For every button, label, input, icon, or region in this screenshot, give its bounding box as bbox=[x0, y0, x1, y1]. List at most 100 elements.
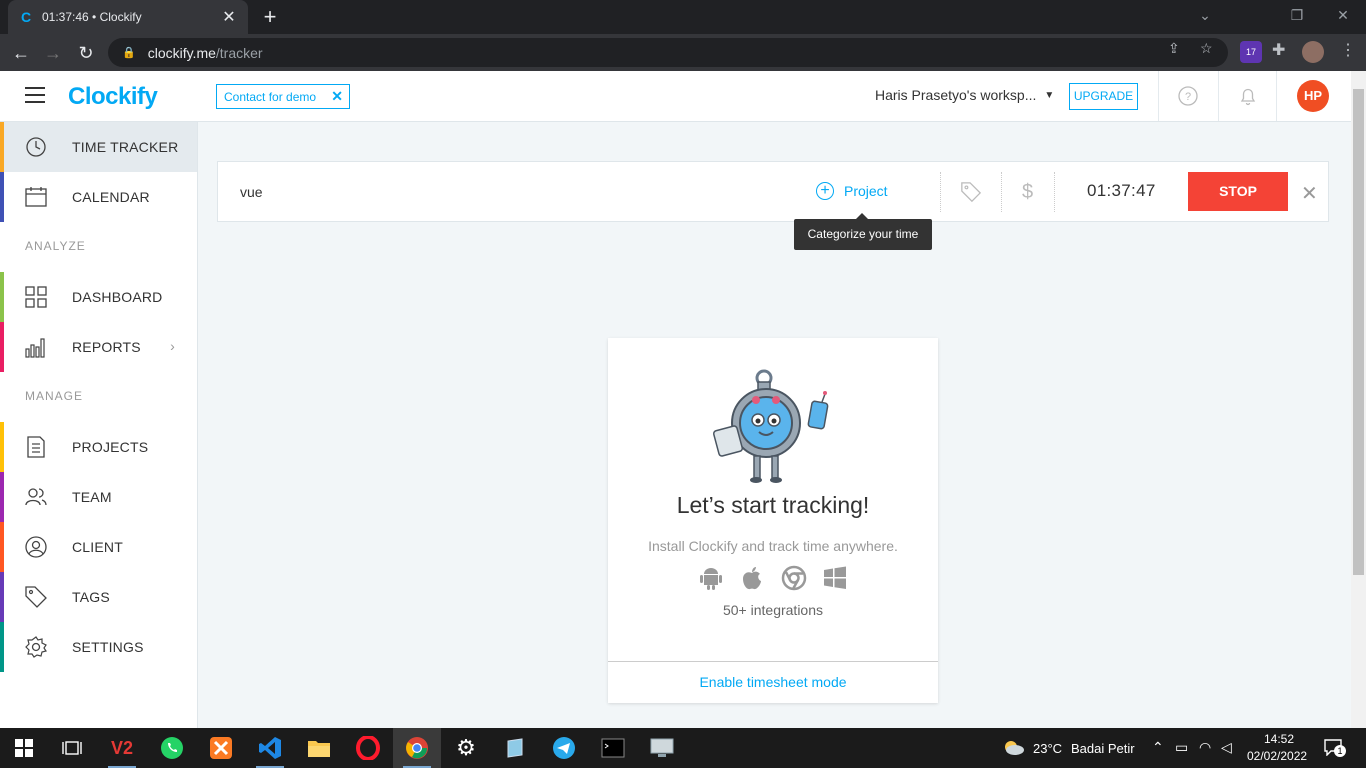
sidebar-item-client[interactable]: CLIENT bbox=[0, 522, 197, 572]
help-icon[interactable]: ? bbox=[1177, 85, 1199, 107]
monitor-app-icon[interactable] bbox=[638, 728, 686, 768]
sidebar-item-time-tracker[interactable]: TIME TRACKER bbox=[0, 122, 197, 172]
sidebar-item-reports[interactable]: REPORTS › bbox=[0, 322, 197, 372]
enable-timesheet-link[interactable]: Enable timesheet mode bbox=[608, 674, 938, 690]
color-bar bbox=[0, 622, 4, 672]
notepad-icon[interactable] bbox=[491, 728, 539, 768]
sidebar-item-tags[interactable]: TAGS bbox=[0, 572, 197, 622]
chrome-taskbar-icon[interactable] bbox=[393, 728, 441, 768]
clock-date[interactable]: 02/02/2022 bbox=[1247, 749, 1307, 763]
upgrade-button[interactable]: UPGRADE bbox=[1069, 83, 1138, 110]
vscode-icon[interactable] bbox=[246, 728, 294, 768]
task-view-icon[interactable] bbox=[48, 728, 96, 768]
timer-elapsed[interactable]: 01:37:47 bbox=[1087, 181, 1156, 201]
xampp-icon[interactable] bbox=[197, 728, 245, 768]
sidebar-item-label: CLIENT bbox=[72, 539, 123, 555]
tag-icon[interactable] bbox=[960, 181, 982, 209]
close-window-button[interactable]: ✕ bbox=[1320, 0, 1366, 30]
clock-time[interactable]: 14:52 bbox=[1264, 732, 1294, 746]
platform-icons bbox=[698, 565, 848, 591]
clockify-logo[interactable]: Clockify bbox=[68, 83, 158, 111]
project-picker-button[interactable]: + Project bbox=[816, 182, 888, 200]
chrome-icon[interactable] bbox=[781, 565, 807, 591]
menu-dots-icon[interactable]: ⋮ bbox=[1340, 40, 1356, 60]
android-icon[interactable] bbox=[698, 565, 724, 591]
share-icon[interactable]: ⇪ bbox=[1168, 40, 1180, 57]
weather-description[interactable]: Badai Petir bbox=[1071, 741, 1135, 756]
color-bar bbox=[0, 122, 4, 172]
clockify-favicon-icon: C bbox=[20, 9, 32, 25]
battery-icon[interactable]: ▭ bbox=[1175, 739, 1188, 756]
settings-gear-icon[interactable]: ⚙ bbox=[442, 728, 490, 768]
url-path: /tracker bbox=[215, 44, 263, 61]
chevron-right-icon: › bbox=[170, 338, 175, 354]
scrollbar-thumb[interactable] bbox=[1353, 89, 1364, 575]
contact-for-demo-label: Contact for demo bbox=[224, 89, 317, 104]
sidebar-item-projects[interactable]: PROJECTS bbox=[0, 422, 197, 472]
bar-chart-icon bbox=[25, 338, 45, 358]
timer-bar: vue + Project $ 01:37:47 STOP ✕ bbox=[217, 161, 1329, 222]
whatsapp-icon[interactable] bbox=[148, 728, 196, 768]
contact-for-demo-button[interactable]: Contact for demo ✕ bbox=[216, 84, 350, 109]
workspace-selector[interactable]: Haris Prasetyo's worksp... ▼ bbox=[875, 87, 1054, 103]
calendar-icon bbox=[25, 187, 47, 207]
chevron-up-icon[interactable]: ⌃ bbox=[1152, 739, 1164, 756]
hamburger-menu-icon[interactable] bbox=[25, 87, 45, 105]
profile-avatar[interactable] bbox=[1302, 41, 1324, 63]
sidebar-item-calendar[interactable]: CALENDAR bbox=[0, 172, 197, 222]
back-icon[interactable]: ← bbox=[8, 40, 34, 66]
file-explorer-icon[interactable] bbox=[295, 728, 343, 768]
reload-icon[interactable]: ↻ bbox=[73, 40, 99, 66]
sidebar-item-team[interactable]: TEAM bbox=[0, 472, 197, 522]
extensions-puzzle-icon[interactable]: ✚ bbox=[1272, 40, 1285, 60]
timer-description-input[interactable]: vue bbox=[240, 184, 263, 200]
integrations-link[interactable]: 50+ integrations bbox=[608, 602, 938, 618]
opera-icon[interactable] bbox=[344, 728, 392, 768]
wifi-icon[interactable]: ◠ bbox=[1199, 739, 1211, 756]
user-avatar[interactable]: HP bbox=[1297, 80, 1329, 112]
windows-icon[interactable] bbox=[822, 565, 848, 591]
forward-icon[interactable]: → bbox=[40, 40, 66, 66]
notification-count: 1 bbox=[1334, 745, 1346, 757]
tag-icon bbox=[25, 586, 47, 608]
browser-tab[interactable]: C 01:37:46 • Clockify ✕ bbox=[8, 0, 248, 34]
section-analyze: ANALYZE bbox=[25, 239, 86, 253]
color-bar bbox=[0, 522, 4, 572]
tab-search-icon[interactable]: ⌄ bbox=[1182, 0, 1228, 30]
sidebar-item-label: TAGS bbox=[72, 589, 110, 605]
divider bbox=[940, 172, 941, 212]
sidebar-item-label: TEAM bbox=[72, 489, 112, 505]
close-icon[interactable]: ✕ bbox=[331, 88, 343, 105]
bookmark-star-icon[interactable]: ☆ bbox=[1200, 40, 1213, 57]
billable-dollar-icon[interactable]: $ bbox=[1022, 181, 1033, 204]
project-tooltip: Categorize your time bbox=[794, 213, 932, 250]
bell-icon[interactable] bbox=[1237, 85, 1259, 107]
apple-icon[interactable] bbox=[739, 565, 765, 591]
restore-window-button[interactable]: ❐ bbox=[1274, 0, 1320, 30]
volume-icon[interactable]: ◁ bbox=[1221, 739, 1232, 756]
svg-text:?: ? bbox=[1185, 91, 1191, 103]
caret-down-icon: ▼ bbox=[1044, 89, 1055, 101]
vsc-app-icon[interactable]: V2 bbox=[98, 728, 146, 768]
close-tab-icon[interactable]: ✕ bbox=[220, 7, 238, 27]
stop-button[interactable]: STOP bbox=[1188, 172, 1288, 211]
page-scrollbar[interactable] bbox=[1351, 71, 1366, 728]
start-button[interactable] bbox=[0, 728, 48, 768]
extension-badge: 17 bbox=[1245, 47, 1256, 57]
team-icon bbox=[25, 488, 47, 506]
divider bbox=[1054, 172, 1055, 212]
address-bar[interactable]: 🔒 clockify.me/tracker bbox=[108, 38, 1228, 67]
weather-storm-icon[interactable] bbox=[1001, 737, 1025, 764]
notification-center-icon[interactable]: 1 bbox=[1323, 738, 1346, 758]
discard-close-icon[interactable]: ✕ bbox=[1301, 181, 1318, 206]
project-label: Project bbox=[844, 183, 888, 199]
terminal-icon[interactable] bbox=[589, 728, 637, 768]
new-tab-button[interactable]: + bbox=[258, 4, 282, 30]
sidebar-item-settings[interactable]: SETTINGS bbox=[0, 622, 197, 672]
stopwatch-mascot-illustration bbox=[712, 369, 829, 483]
sidebar-item-dashboard[interactable]: DASHBOARD bbox=[0, 272, 197, 322]
weather-temperature[interactable]: 23°C bbox=[1033, 741, 1062, 756]
telegram-icon[interactable] bbox=[540, 728, 588, 768]
divider bbox=[1218, 71, 1219, 121]
extension-icon[interactable]: 17 bbox=[1240, 41, 1262, 63]
